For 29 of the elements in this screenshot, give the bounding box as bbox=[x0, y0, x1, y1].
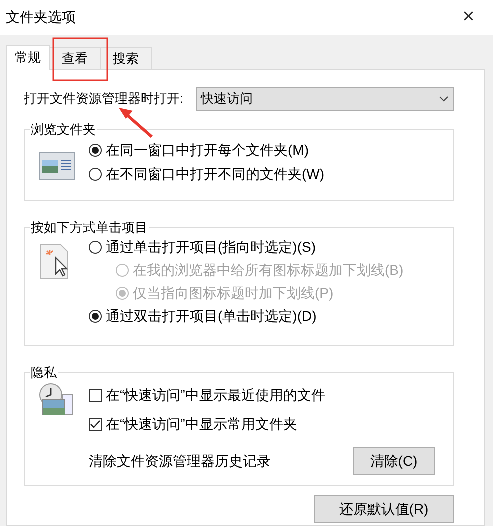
radio-label: 在同一窗口中打开每个文件夹(M) bbox=[106, 140, 309, 160]
radio-label: 在不同窗口中打开不同的文件夹(W) bbox=[106, 164, 325, 184]
radio-label: 在我的浏览器中给所有图标标题加下划线(B) bbox=[133, 261, 404, 280]
radio-button[interactable] bbox=[89, 241, 102, 254]
dropdown[interactable]: 快速访问 bbox=[196, 87, 454, 111]
checkbox[interactable] bbox=[89, 418, 102, 431]
clear-history-label: 清除文件资源管理器历史记录 bbox=[89, 452, 271, 470]
radio-button[interactable] bbox=[89, 310, 102, 323]
radio-label: 仅当指向图标标题时加下划线(P) bbox=[133, 284, 334, 303]
radio-button[interactable] bbox=[89, 168, 102, 180]
radio-label: 通过双击打开项目(单击时选定)(D) bbox=[106, 307, 317, 326]
radio-label: 通过单击打开项目(指向时选定)(S) bbox=[106, 238, 316, 257]
tab[interactable]: 常规 bbox=[6, 45, 50, 70]
clear-button[interactable]: 清除(C) bbox=[353, 447, 435, 475]
highlight-rectangle bbox=[52, 38, 108, 82]
window-picture-icon bbox=[39, 152, 75, 180]
radio-button[interactable] bbox=[89, 144, 102, 156]
checkbox-label: 在“快速访问”中显示最近使用的文件 bbox=[106, 386, 326, 405]
checkbox-label: 在“快速访问”中显示常用文件夹 bbox=[106, 415, 298, 434]
chevron-down-icon bbox=[439, 96, 449, 102]
restore-defaults-button[interactable]: 还原默认值(R) bbox=[314, 495, 454, 523]
click-pointer-icon bbox=[40, 244, 70, 280]
checkbox[interactable] bbox=[89, 389, 102, 402]
close-button[interactable]: ✕ bbox=[458, 6, 479, 30]
annotation-arrow bbox=[119, 108, 153, 138]
tab[interactable]: 搜索 bbox=[100, 47, 152, 69]
field-label: 打开文件资源管理器时打开: bbox=[24, 90, 184, 108]
clock-picture-icon bbox=[39, 383, 75, 417]
window-title: 文件夹选项 bbox=[6, 8, 76, 27]
